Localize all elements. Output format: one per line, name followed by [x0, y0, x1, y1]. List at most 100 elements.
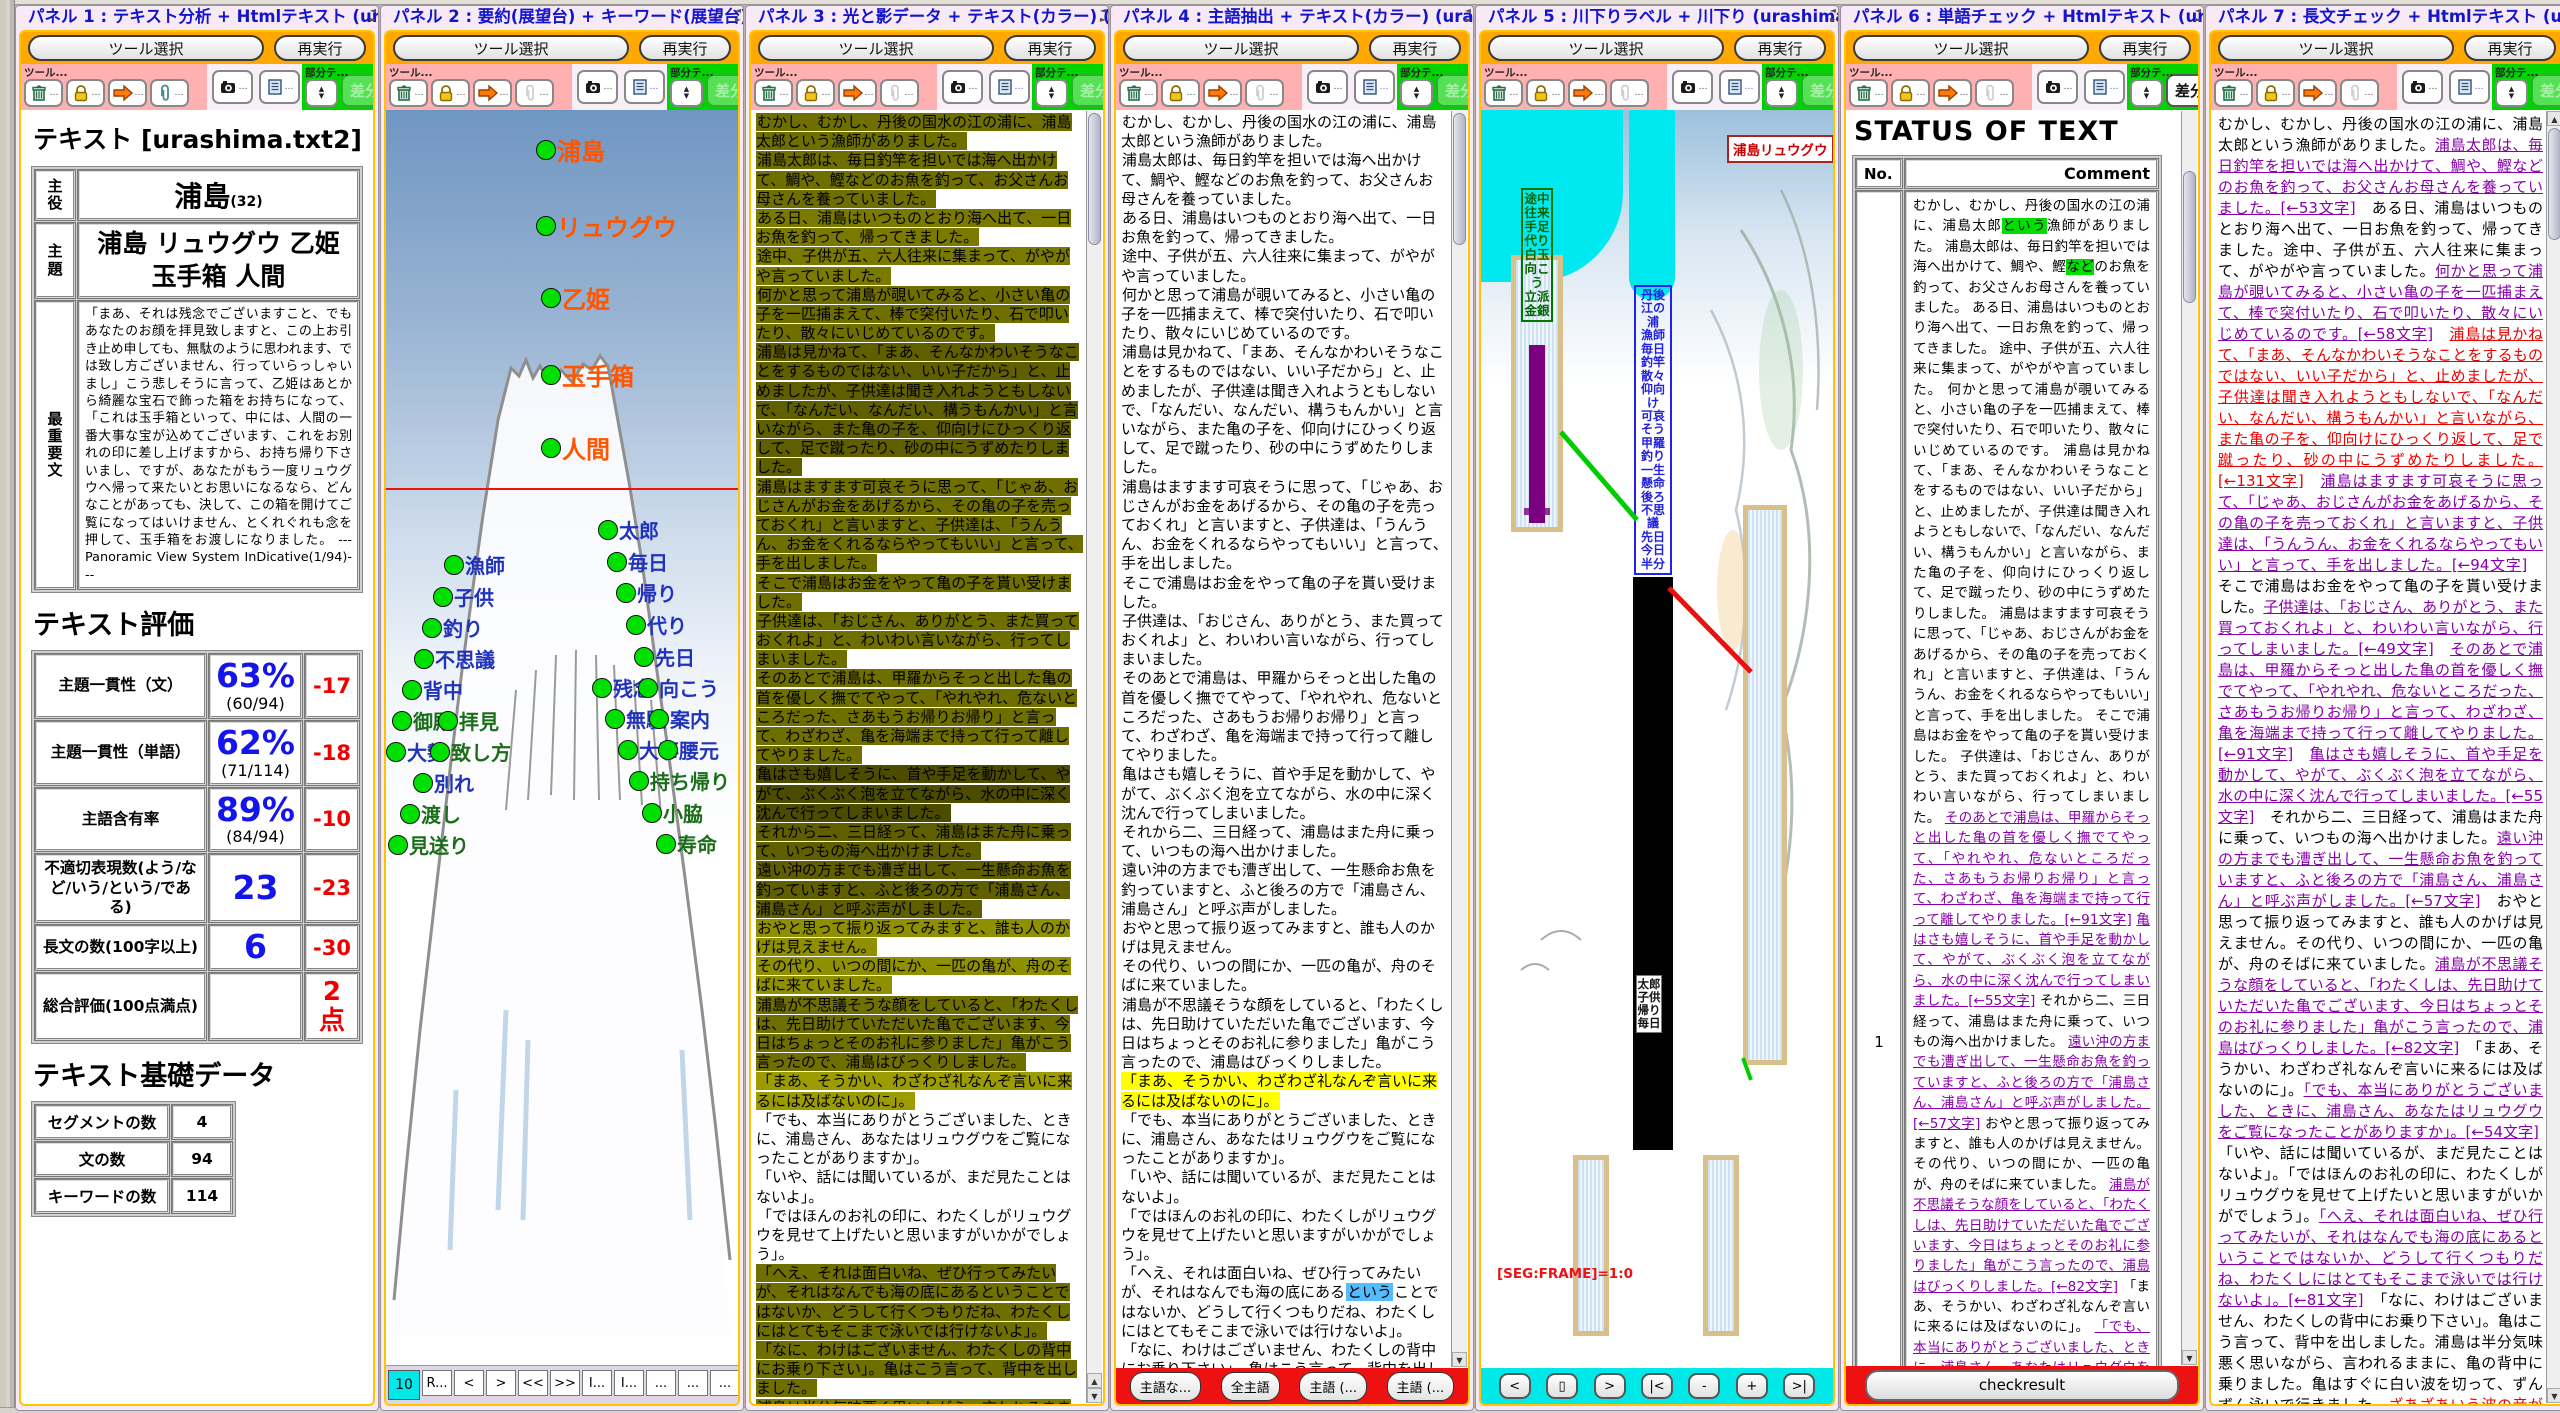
scroll-down-icon[interactable]: ▼ [2547, 1388, 2560, 1403]
tool-select-button[interactable]: ツール選択 [2218, 35, 2454, 61]
button[interactable]: ... [678, 1370, 708, 1396]
arrow-tool-button[interactable]: … [838, 79, 877, 107]
document-tool-button[interactable]: … [989, 70, 1030, 104]
paperclip-tool-button[interactable]: … [1975, 79, 2014, 107]
keyword-chip[interactable]: 釣り [422, 613, 483, 642]
paperclip-tool-button[interactable]: … [150, 79, 189, 107]
trash-tool-button[interactable]: … [754, 79, 793, 107]
button[interactable]: << [518, 1370, 548, 1396]
keyword-chip[interactable]: 乙姫 [541, 280, 610, 315]
camera-lock-tool-button[interactable]: … [2037, 70, 2078, 104]
partial-text-spinner[interactable]: ▲▼ [1035, 79, 1068, 107]
keyword-chip[interactable]: 持ち帰り [629, 766, 730, 795]
lock-tool-button[interactable]: … [1526, 79, 1565, 107]
panel-scroll-arrows[interactable]: ◄► [1828, 6, 1838, 24]
button[interactable]: 主語 (... [1299, 1372, 1367, 1401]
keyword-chip[interactable]: 寿命 [656, 829, 717, 858]
tool-select-button[interactable]: ツール選択 [1853, 35, 2089, 61]
trash-tool-button[interactable]: … [389, 79, 428, 107]
partial-text-spinner[interactable]: ▲▼ [2130, 79, 2163, 107]
partial-text-spinner[interactable]: ▲▼ [2495, 79, 2528, 107]
scrollbar-thumb[interactable] [1453, 113, 1466, 245]
keyword-chip[interactable]: リュウグウ [536, 208, 677, 243]
keyword-chip[interactable]: 渡し [400, 799, 461, 828]
keyword-chip[interactable]: 毎日 [607, 547, 668, 576]
tool-select-button[interactable]: ツール選択 [28, 35, 264, 61]
keyword-chip[interactable]: 人間 [541, 430, 610, 465]
rerun-button[interactable]: 再実行 [1734, 35, 1826, 61]
trash-tool-button[interactable]: … [1849, 79, 1888, 107]
rerun-button[interactable]: 再実行 [2099, 35, 2191, 61]
scrollbar[interactable]: ▲ ▼ [1086, 111, 1102, 1403]
keyword-chip[interactable]: 向こう [638, 673, 719, 702]
rerun-button[interactable]: 再実行 [1369, 35, 1461, 61]
scrollbar[interactable]: ▼ [1451, 111, 1467, 1367]
button[interactable]: < [1499, 1373, 1531, 1399]
scroll-up-icon[interactable]: ▲ [2547, 111, 2560, 126]
lock-tool-button[interactable]: … [66, 79, 105, 107]
partial-text-spinner[interactable]: ▲▼ [305, 79, 338, 107]
camera-lock-tool-button[interactable]: … [2402, 70, 2443, 104]
button[interactable]: - [1688, 1373, 1720, 1399]
keyword-chip[interactable]: 拝見 [438, 706, 499, 735]
button[interactable]: I... [582, 1370, 612, 1396]
keyword-chip[interactable]: 浦島 [536, 132, 605, 167]
checkresult-button[interactable]: checkresult [1865, 1370, 2179, 1401]
panel-scroll-arrows[interactable]: ◄► [2193, 6, 2203, 24]
keyword-chip[interactable]: 見送り [388, 830, 469, 859]
arrow-tool-button[interactable]: … [1933, 79, 1972, 107]
button[interactable]: > [486, 1370, 516, 1396]
keyword-chip[interactable]: 背中 [402, 675, 463, 704]
camera-lock-tool-button[interactable]: … [942, 70, 983, 104]
rerun-button[interactable]: 再実行 [2464, 35, 2556, 61]
keyword-chip[interactable]: 先日 [634, 642, 695, 671]
button[interactable]: 主語な... [1130, 1372, 1201, 1401]
document-tool-button[interactable]: … [624, 70, 665, 104]
tool-select-button[interactable]: ツール選択 [1123, 35, 1359, 61]
keyword-chip[interactable]: 玉手箱 [541, 357, 634, 392]
camera-lock-tool-button[interactable]: … [1672, 70, 1713, 104]
trash-tool-button[interactable]: … [2214, 79, 2253, 107]
panel-scroll-arrows[interactable]: ◄► [1463, 6, 1473, 24]
lock-tool-button[interactable]: … [796, 79, 835, 107]
scroll-down-icon[interactable]: ▼ [2182, 1350, 2197, 1365]
button[interactable]: + [1736, 1373, 1768, 1399]
document-tool-button[interactable]: … [1354, 70, 1395, 104]
window-vertical-scrollbar[interactable] [0, 0, 15, 1413]
paperclip-tool-button[interactable]: … [880, 79, 919, 107]
camera-lock-tool-button[interactable]: … [577, 70, 618, 104]
button[interactable]: 全主語 [1221, 1372, 1280, 1401]
document-tool-button[interactable]: … [2449, 70, 2490, 104]
scroll-down-icon[interactable]: ▼ [1452, 1352, 1467, 1367]
button[interactable]: < [454, 1370, 484, 1396]
paperclip-tool-button[interactable]: … [515, 79, 554, 107]
keyword-chip[interactable]: 別れ [413, 768, 474, 797]
paperclip-tool-button[interactable]: … [1245, 79, 1284, 107]
lock-tool-button[interactable]: … [1891, 79, 1930, 107]
trash-tool-button[interactable]: … [24, 79, 63, 107]
button[interactable]: R... [422, 1370, 452, 1396]
button[interactable]: I... [614, 1370, 644, 1396]
document-tool-button[interactable]: … [2084, 70, 2125, 104]
paperclip-tool-button[interactable]: … [2340, 79, 2379, 107]
button[interactable]: ... [646, 1370, 676, 1396]
button[interactable]: 10 [388, 1370, 420, 1400]
arrow-tool-button[interactable]: … [473, 79, 512, 107]
button[interactable]: >> [550, 1370, 580, 1396]
keyword-chip[interactable]: 帰り [616, 578, 677, 607]
keyword-chip[interactable]: 子供 [433, 582, 494, 611]
scroll-up-icon[interactable]: ▲ [1087, 1373, 1102, 1388]
scrollbar[interactable]: ▼ [2181, 111, 2197, 1365]
document-tool-button[interactable]: … [1719, 70, 1760, 104]
keyword-chip[interactable]: 代り [626, 610, 687, 639]
keyword-chip[interactable]: 漁師 [444, 550, 505, 579]
button[interactable]: ▯ [1546, 1373, 1578, 1399]
scrollbar-thumb[interactable] [2548, 128, 2560, 240]
lock-tool-button[interactable]: … [2256, 79, 2295, 107]
partial-text-spinner[interactable]: ▲▼ [1400, 79, 1433, 107]
panel-scroll-arrows[interactable]: ◄► [1098, 6, 1108, 24]
keyword-chip[interactable]: 致し方 [430, 737, 511, 766]
button[interactable]: |< [1641, 1373, 1673, 1399]
document-tool-button[interactable]: … [259, 70, 300, 104]
partial-text-spinner[interactable]: ▲▼ [1765, 79, 1798, 107]
